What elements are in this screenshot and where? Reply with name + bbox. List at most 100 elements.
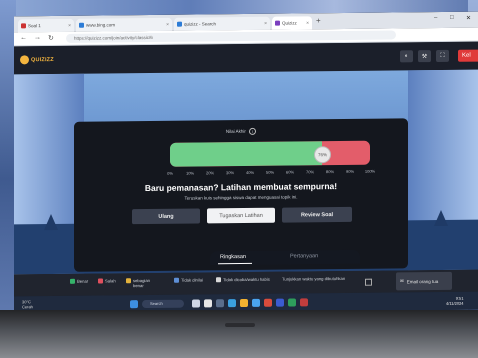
app-icon[interactable]: [300, 298, 308, 307]
legend-label: Salah: [105, 278, 116, 284]
theme-icon[interactable]: ◐: [400, 50, 413, 63]
tab-favicon-icon: [275, 20, 280, 26]
weather-widget[interactable]: 30°C Cerah: [22, 299, 33, 309]
tab-favicon-icon: [79, 22, 84, 28]
tab-summary[interactable]: Ringkasan: [220, 254, 246, 260]
tick-label: 100%: [364, 168, 376, 174]
tab-label: quizizz - Search: [184, 21, 217, 27]
edge-icon[interactable]: [228, 299, 236, 308]
taskbar-clock: 9:51 4/11/2024: [446, 296, 464, 306]
legend-label: Tidak dicoba/waktu habis: [223, 276, 270, 283]
results-panel: Nilai Akhir i 76% 0% 10% 20% 30% 40% 50% 60% 70…: [74, 118, 408, 272]
retry-button[interactable]: Ulang: [132, 208, 200, 225]
tick-label: 60%: [285, 169, 295, 175]
tick-label: 20%: [205, 170, 215, 176]
tab-questions[interactable]: Pertanyaan: [290, 253, 318, 259]
legend-label: sebagian benar: [133, 278, 150, 289]
forward-icon[interactable]: →: [34, 34, 41, 41]
tick-label: 50%: [265, 169, 275, 175]
excel-icon[interactable]: [288, 298, 296, 307]
folder-icon[interactable]: [240, 298, 248, 308]
tick-label: 40%: [245, 169, 255, 176]
minimize-icon[interactable]: –: [434, 15, 437, 21]
browser-tab[interactable]: quizizz - Search ×: [174, 16, 270, 31]
tick-label: 80%: [325, 169, 335, 175]
explorer-icon[interactable]: [216, 299, 224, 308]
assign-practice-button[interactable]: Tugaskan Latihan: [207, 207, 275, 224]
widgets-icon[interactable]: [192, 299, 200, 308]
show-time-label: Tunjukkan waktu yang dibutuhkan: [282, 275, 346, 282]
weather-condition: Cerah: [22, 304, 33, 310]
tab-favicon-icon: [177, 21, 182, 27]
fullscreen-icon[interactable]: ⛶: [436, 49, 449, 63]
accuracy-ticks: 0% 10% 20% 30% 40% 50% 60% 70% 80% 90% 100%: [166, 169, 376, 177]
legend-item: sebagian benar: [126, 278, 160, 288]
browser-tab-active[interactable]: Quizizz ×: [272, 16, 312, 30]
settings-icon[interactable]: ⚒: [418, 50, 431, 63]
legend-swatch: [216, 277, 221, 283]
result-headline: Baru pemanasan? Latihan membuat sempurna…: [144, 181, 338, 194]
pine-tree-icon: [44, 213, 58, 231]
browser-tab[interactable]: Soal 1 ×: [18, 18, 74, 33]
exit-button[interactable]: Kel: [458, 49, 478, 62]
email-parents-button[interactable]: ✉ Email orang tua: [396, 271, 452, 291]
tab-label: Quizizz: [282, 20, 297, 26]
mail-icon: ✉: [400, 278, 404, 284]
accuracy-bar-fill: [170, 141, 322, 167]
legend-label: Benar: [77, 278, 89, 284]
tab-label: Soal 1: [28, 23, 41, 29]
laptop-keyboard-deck: [0, 310, 478, 358]
close-icon[interactable]: ×: [166, 21, 169, 27]
review-questions-button[interactable]: Review Soal: [282, 206, 352, 223]
browser-tab[interactable]: www.bing.com ×: [76, 17, 172, 32]
legend-item: Tidak dinilai: [174, 277, 206, 283]
start-icon[interactable]: [130, 300, 138, 309]
tick-label: 70%: [305, 169, 315, 175]
app-icon[interactable]: [264, 298, 272, 307]
show-time-checkbox[interactable]: [365, 278, 372, 286]
laptop-logo: [225, 323, 255, 327]
word-icon[interactable]: [276, 298, 284, 307]
legend-label: Tidak dinilai: [181, 277, 203, 283]
accuracy-bar: [170, 140, 370, 167]
legend-swatch: [126, 278, 131, 284]
back-icon[interactable]: ←: [20, 34, 27, 41]
tick-label: 90%: [345, 168, 355, 174]
show-time-toggle[interactable]: Tunjukkan waktu yang dibutuhkan: [282, 276, 346, 282]
legend-item: Benar: [70, 279, 88, 284]
taskbar-search[interactable]: Search: [142, 299, 184, 309]
window-close-icon[interactable]: ✕: [466, 15, 471, 22]
pine-tree-icon: [434, 209, 448, 227]
legend-swatch: [70, 278, 75, 284]
info-icon[interactable]: i: [249, 127, 257, 135]
store-icon[interactable]: [252, 298, 260, 307]
maximize-icon[interactable]: □: [450, 15, 454, 21]
quizizz-logo: QUIZIZZ: [20, 55, 54, 65]
close-icon[interactable]: ×: [264, 20, 267, 26]
logo-mark-icon: [20, 55, 29, 65]
task-view-icon[interactable]: [204, 299, 212, 308]
tab-favicon-icon: [21, 23, 26, 29]
laptop-screen: Soal 1 × www.bing.com × quizizz - Search…: [14, 11, 478, 315]
reload-icon[interactable]: ↻: [48, 34, 54, 42]
legend-swatch: [98, 278, 103, 284]
email-label: Email orang tua: [406, 278, 439, 284]
active-tab-underline: [218, 262, 252, 265]
accuracy-label-row: Nilai Akhir i: [74, 126, 408, 136]
legend-item: Salah: [98, 278, 116, 284]
clock-date: 4/11/2024: [446, 300, 464, 306]
legend-swatch: [174, 277, 179, 283]
game-background: Nilai Akhir i 76% 0% 10% 20% 30% 40% 50% 60% 70…: [14, 69, 478, 275]
close-icon[interactable]: ×: [306, 20, 309, 26]
accuracy-label: Nilai Akhir: [225, 128, 246, 134]
new-tab-icon[interactable]: +: [316, 16, 321, 25]
legend-item: Tidak dicoba/waktu habis: [216, 277, 272, 283]
tab-label: www.bing.com: [86, 22, 116, 28]
bottom-tab-bar: Ringkasan Pertanyaan: [210, 249, 360, 266]
close-icon[interactable]: ×: [68, 22, 71, 28]
tick-label: 30%: [225, 170, 235, 176]
logo-text: QUIZIZZ: [31, 56, 54, 63]
accuracy-knob: 76%: [314, 146, 331, 164]
url-input[interactable]: https://quizizz.com/join/activity/classi…: [66, 30, 396, 43]
result-subtitle: Teruskan kuis sehingga siswa dapat mengu…: [184, 194, 298, 201]
